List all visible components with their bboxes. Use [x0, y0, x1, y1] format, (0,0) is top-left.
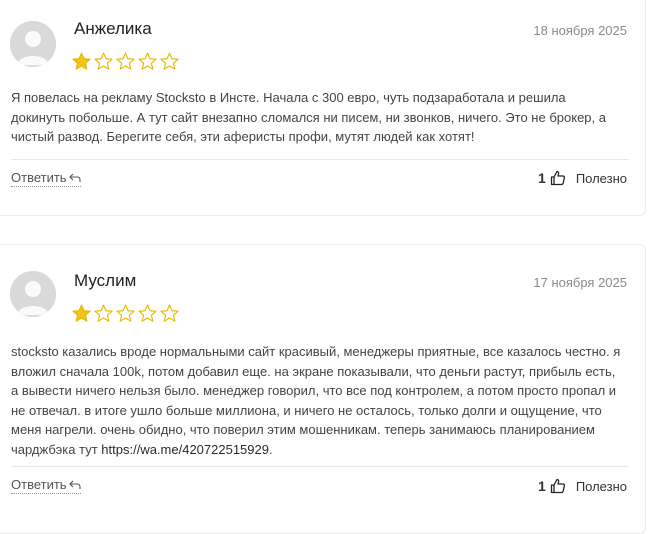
likes-block: 1 Полезно	[538, 478, 627, 494]
star-empty-icon	[94, 304, 113, 322]
like-count: 1	[538, 170, 546, 186]
star-empty-icon	[138, 52, 157, 70]
review-author: Анжелика	[74, 19, 152, 38]
star-empty-icon	[138, 304, 157, 322]
star-filled-icon	[72, 304, 91, 322]
rating-stars	[72, 304, 179, 323]
reply-label: Ответить	[11, 170, 67, 185]
review-card: Анжелика 18 ноября 2025 Я повелась на ре…	[0, 0, 646, 216]
star-empty-icon	[94, 52, 113, 70]
reply-button[interactable]: Ответить	[11, 477, 81, 494]
review-author: Муслим	[74, 271, 137, 290]
thumbs-up-icon[interactable]	[550, 478, 566, 494]
review-text: stocksto казались вроде нормальными сайт…	[11, 342, 623, 459]
helpful-button[interactable]: Полезно	[576, 171, 627, 186]
divider	[11, 159, 629, 160]
reply-button[interactable]: Ответить	[11, 170, 81, 187]
thumbs-up-icon[interactable]	[550, 170, 566, 186]
reply-arrow-icon	[68, 173, 81, 182]
review-link[interactable]: https://wa.me/420722515929	[101, 442, 269, 457]
user-avatar-icon	[10, 21, 56, 67]
helpful-button[interactable]: Полезно	[576, 479, 627, 494]
like-count: 1	[538, 478, 546, 494]
user-avatar-icon	[10, 271, 56, 317]
star-empty-icon	[160, 304, 179, 322]
reply-label: Ответить	[11, 477, 67, 492]
review-text-body: stocksto казались вроде нормальными сайт…	[11, 344, 621, 457]
review-date: 18 ноября 2025	[533, 23, 627, 38]
review-date: 17 ноября 2025	[533, 275, 627, 290]
likes-block: 1 Полезно	[538, 170, 627, 186]
star-empty-icon	[160, 52, 179, 70]
star-empty-icon	[116, 304, 135, 322]
rating-stars	[72, 52, 179, 71]
review-card: Муслим 17 ноября 2025 stocksto казались …	[0, 244, 646, 534]
star-filled-icon	[72, 52, 91, 70]
review-text-end: .	[268, 441, 273, 457]
divider	[11, 466, 629, 467]
reply-arrow-icon	[68, 480, 81, 489]
star-empty-icon	[116, 52, 135, 70]
review-text: Я повелась на рекламу Stocksto в Инсте. …	[11, 90, 606, 144]
